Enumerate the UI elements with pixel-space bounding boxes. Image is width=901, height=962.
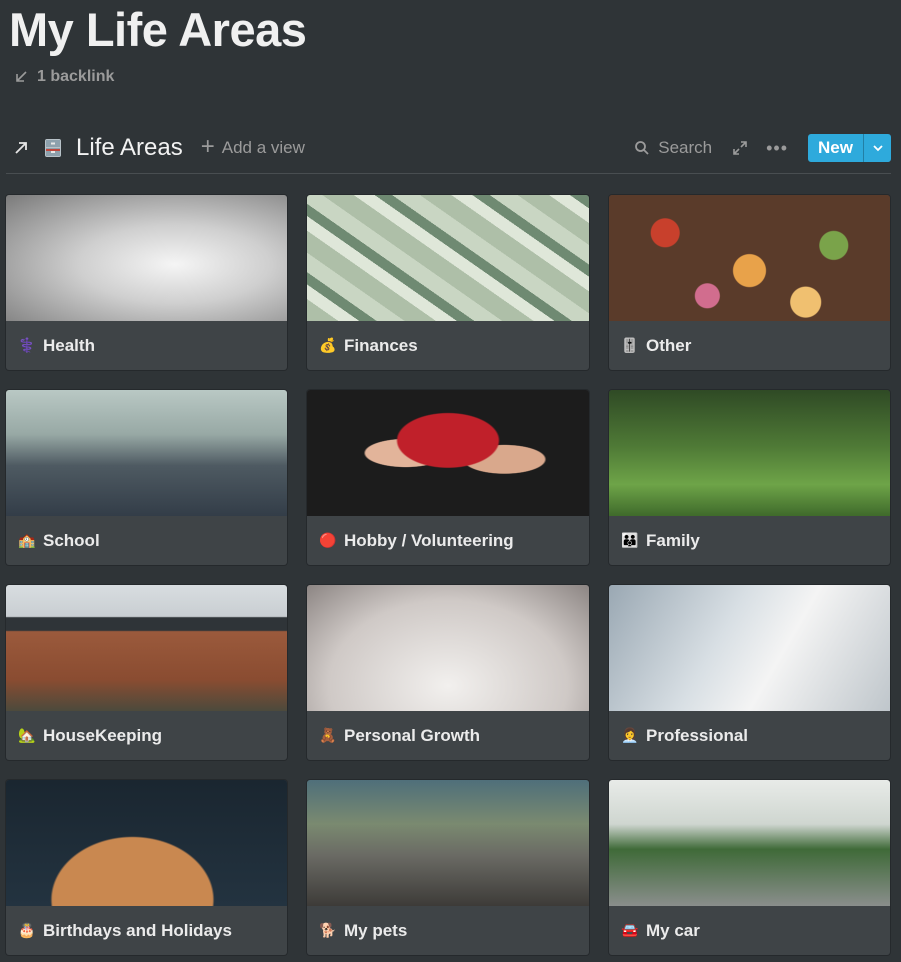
search-button[interactable]: Search [634, 138, 712, 158]
card-emoji: 🎂 [18, 922, 36, 938]
cover-dollar-bills [307, 195, 589, 321]
gallery-card-hobby[interactable]: 🔴 Hobby / Volunteering [307, 390, 589, 565]
cover-stethoscope [6, 195, 287, 321]
new-button[interactable]: New [808, 134, 891, 162]
expand-icon[interactable] [732, 140, 748, 156]
card-title: Birthdays and Holidays [43, 920, 232, 940]
header-divider [6, 173, 891, 174]
page-title: My Life Areas [9, 3, 307, 56]
backlink-link[interactable]: 1 backlink [13, 66, 114, 88]
search-label: Search [658, 138, 713, 157]
card-emoji: 🚘 [621, 922, 639, 938]
gallery-card-school[interactable]: 🏫 School [6, 390, 287, 565]
cover-classroom [6, 390, 287, 516]
card-emoji: 🏡 [18, 727, 36, 743]
card-emoji: ⚕️ [18, 337, 36, 353]
card-title: Finances [344, 335, 418, 355]
card-emoji: 👩‍💼 [621, 727, 639, 743]
arrow-down-left-icon [16, 71, 27, 82]
gallery-card-housekeeping[interactable]: 🏡 HouseKeeping [6, 585, 287, 760]
card-title: My pets [344, 920, 408, 940]
card-title: HouseKeeping [43, 725, 163, 745]
gallery-card-professional[interactable]: 👩‍💼 Professional [609, 585, 890, 760]
card-title: Personal Growth [344, 725, 481, 745]
gallery-card-other[interactable]: 🎚️ Other [609, 195, 890, 370]
gallery-card-health[interactable]: ⚕️ Health [6, 195, 287, 370]
new-dropdown-button[interactable] [863, 134, 891, 162]
database-title[interactable]: Life Areas [76, 134, 183, 162]
more-options-icon[interactable]: ••• [766, 139, 788, 157]
gallery-card-birthdays[interactable]: 🎂 Birthdays and Holidays [6, 780, 287, 955]
cover-painted-hands [307, 390, 589, 516]
cover-laptop-desk [609, 585, 890, 711]
card-emoji: 🔴 [319, 532, 337, 548]
chevron-down-icon [872, 145, 883, 152]
cover-seedling [307, 585, 589, 711]
add-view-button[interactable]: + Add a view [200, 132, 305, 160]
add-view-label: Add a view [221, 138, 305, 157]
card-emoji: 🏫 [18, 532, 36, 548]
card-title: Other [646, 335, 692, 355]
card-emoji: 🧸 [319, 727, 337, 743]
file-cabinet-icon [45, 139, 61, 157]
card-title: Professional [646, 725, 749, 745]
card-title: School [43, 530, 100, 550]
new-button-label[interactable]: New [808, 134, 863, 162]
backlink-label: 1 backlink [37, 68, 115, 85]
card-emoji: 💰 [319, 337, 337, 353]
cover-puppies [307, 780, 589, 906]
arrow-up-right-icon[interactable] [12, 139, 30, 157]
cover-food-spread [609, 195, 890, 321]
gallery-card-my-pets[interactable]: 🐕 My pets [307, 780, 589, 955]
search-icon [635, 141, 649, 155]
cover-birthday-cake [6, 780, 287, 906]
card-title: My car [646, 920, 700, 940]
card-emoji: 👪 [621, 532, 639, 548]
card-title: Hobby / Volunteering [344, 530, 514, 550]
gallery-card-my-car[interactable]: 🚘 My car [609, 780, 890, 955]
card-emoji: 🐕 [319, 922, 337, 938]
database-header: Life Areas + Add a view Search ••• New [0, 128, 901, 168]
cover-orange-beetle [609, 780, 890, 906]
card-title: Health [43, 335, 95, 355]
cover-brick-houses [6, 585, 287, 711]
plus-icon: + [200, 132, 215, 160]
card-emoji: 🎚️ [621, 337, 639, 353]
gallery-card-personal-growth[interactable]: 🧸 Personal Growth [307, 585, 589, 760]
gallery-card-finances[interactable]: 💰 Finances [307, 195, 589, 370]
cover-family-with-dog [609, 390, 890, 516]
gallery-grid: ⚕️ Health 💰 Finances 🎚️ Other 🏫 School 🔴 Hobb… [6, 195, 890, 955]
gallery-card-family[interactable]: 👪 Family [609, 390, 890, 565]
card-title: Family [646, 530, 700, 550]
